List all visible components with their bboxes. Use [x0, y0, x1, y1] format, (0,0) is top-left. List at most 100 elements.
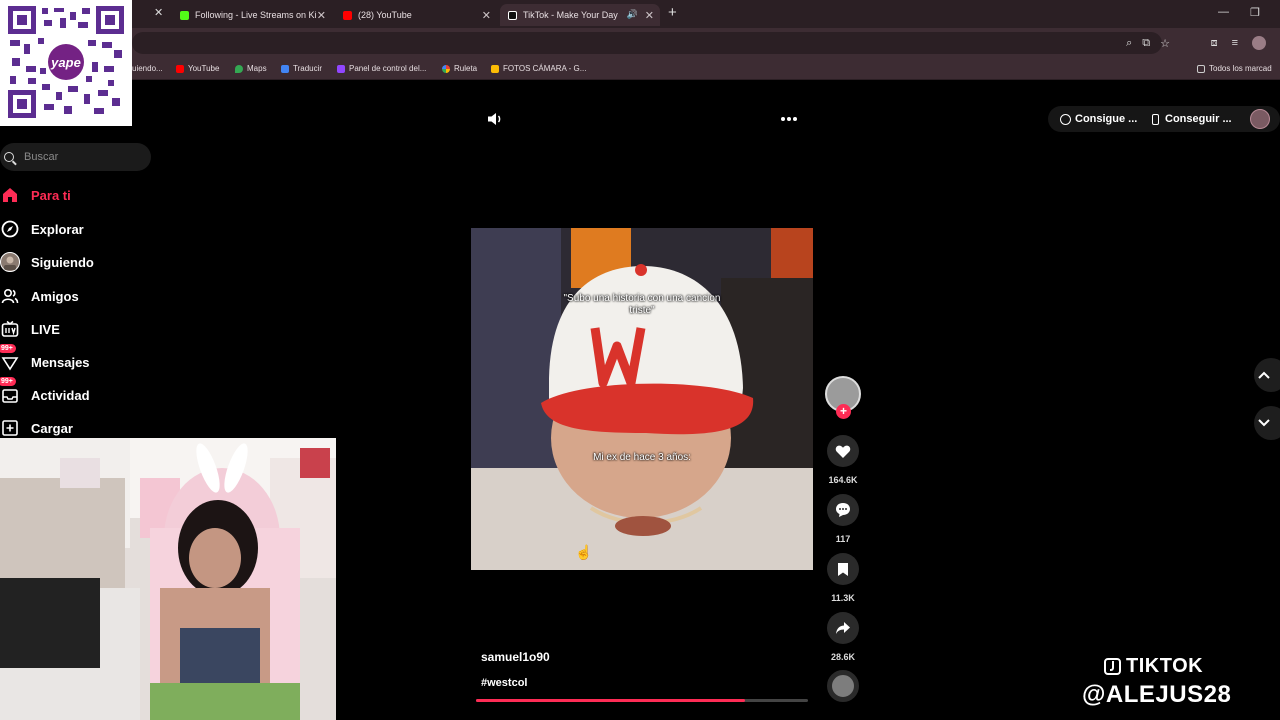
bookmarks-bar: uiendo... YouTube Maps Traducir Panel de… [0, 58, 1280, 80]
watermark-line1: TIKTOK [1126, 655, 1204, 677]
tab-close-icon[interactable]: ✕ [154, 6, 163, 19]
bookmark-photos[interactable]: FOTOS CÁMARA - G... [491, 64, 586, 73]
tiktok-logo-icon [1104, 658, 1121, 675]
zoom-icon[interactable]: ⌕ [1126, 37, 1132, 50]
cursor-hand-icon: ☝ [575, 544, 593, 560]
sidebar-item-label: Actividad [31, 387, 90, 403]
folder-icon [1197, 64, 1205, 73]
tab-kick[interactable]: Following - Live Streams on Ki ✕ [172, 4, 332, 26]
youtube-icon [343, 10, 352, 20]
messages-badge: 99+ [0, 344, 16, 353]
video-progress-bar[interactable] [476, 699, 808, 702]
comment-button[interactable] [827, 494, 859, 526]
video-player[interactable]: "Subo una historia con una cancion trist… [471, 228, 813, 570]
sidebar-item-for-you[interactable]: Para ti [0, 185, 71, 205]
save-count: 11.3K [831, 593, 855, 603]
bookmark-label: Ruleta [454, 64, 478, 73]
previous-video-button[interactable] [1254, 358, 1280, 392]
follow-plus-icon[interactable]: + [836, 404, 851, 419]
bookmark-translate[interactable]: Traducir [281, 64, 322, 73]
bookmark-maps[interactable]: Maps [235, 64, 267, 73]
more-options-icon[interactable] [780, 111, 798, 131]
restore-button[interactable]: ❐ [1250, 6, 1260, 19]
volume-icon[interactable] [486, 110, 504, 132]
tab-label: Following - Live Streams on Ki [195, 10, 317, 20]
extensions-icon[interactable]: ⧈ [1211, 37, 1218, 50]
bookmark-label: Todos los marcad [1209, 64, 1272, 73]
following-avatar-icon [0, 252, 20, 272]
kick-icon [180, 10, 189, 20]
video-progress-fill [476, 699, 745, 702]
qr-brand-label: yape [50, 55, 81, 70]
bookmark-label: Traducir [293, 64, 323, 73]
bookmark-star-icon[interactable]: ☆ [1160, 37, 1170, 50]
bookmark-all[interactable]: Todos los marcad [1197, 64, 1272, 73]
video-frame [471, 228, 813, 570]
like-count: 164.6K [828, 475, 858, 485]
tab-label: TikTok - Make Your Day [523, 10, 618, 20]
get-app-button[interactable]: Conseguir ... [1152, 113, 1232, 125]
upload-icon [0, 418, 20, 438]
chevron-up-icon [1258, 371, 1270, 379]
like-button[interactable] [827, 435, 859, 467]
search-icon [4, 152, 14, 162]
home-icon [0, 185, 20, 205]
sidebar-item-upload[interactable]: Cargar [0, 418, 73, 438]
sidebar-item-following[interactable]: Siguiendo [0, 252, 94, 272]
webcam-image [0, 438, 336, 720]
search-placeholder: Buscar [24, 151, 59, 163]
bookmark-item[interactable]: uiendo... [132, 64, 163, 73]
tab-youtube[interactable]: (28) YouTube ✕ [335, 4, 497, 26]
next-video-button[interactable] [1254, 406, 1280, 440]
omnibox-actions: ⌕ ⧉ ☆ [1126, 37, 1170, 50]
url-input[interactable] [132, 32, 1162, 54]
user-avatar[interactable] [1250, 109, 1270, 129]
yape-qr-code: yape [0, 0, 132, 126]
get-coins-button[interactable]: Consigue ... [1060, 113, 1137, 125]
qr-code-icon: yape [8, 6, 124, 118]
drive-icon [491, 64, 499, 73]
sidebar-item-friends[interactable]: Amigos [0, 286, 79, 306]
video-author[interactable]: samuel1o90 [481, 650, 550, 664]
new-tab-button[interactable]: + [668, 4, 677, 21]
bookmark-ruleta[interactable]: Ruleta [442, 64, 477, 73]
video-caption-bottom: Mi ex de hace 3 años: [593, 452, 691, 463]
address-bar: ⌕ ⧉ ☆ ⧈ ≡ [0, 28, 1280, 58]
bookmark-youtube[interactable]: YouTube [176, 64, 219, 73]
bookmark-dashboard[interactable]: Panel de control del... [337, 64, 426, 73]
save-button[interactable] [827, 553, 859, 585]
tab-label: (28) YouTube [358, 10, 412, 20]
toolbar-actions: ⧈ ≡ [1211, 36, 1266, 50]
audio-playing-icon[interactable]: 🔊 [627, 9, 638, 20]
install-icon[interactable]: ⧉ [1142, 37, 1150, 50]
sidebar-item-label: Mensajes [31, 354, 90, 370]
sidebar-item-activity[interactable]: 99+ Actividad [0, 377, 90, 405]
sound-disc-icon[interactable] [827, 670, 859, 702]
tab-tiktok[interactable]: TikTok - Make Your Day 🔊 ✕ [500, 4, 660, 26]
translate-icon [281, 64, 289, 73]
sidebar-item-label: Amigos [31, 288, 79, 304]
profile-avatar[interactable] [1252, 36, 1266, 50]
search-input[interactable]: Buscar [0, 143, 151, 171]
tab-close-icon[interactable]: ✕ [645, 9, 654, 22]
tab-close-icon[interactable]: ✕ [482, 9, 491, 22]
share-icon [836, 622, 850, 634]
media-control-icon[interactable]: ≡ [1232, 37, 1238, 49]
sidebar-item-label: Cargar [31, 420, 73, 436]
sidebar-item-label: Explorar [31, 221, 84, 237]
share-count: 28.6K [830, 652, 856, 662]
sidebar-item-messages[interactable]: 99+ Mensajes [0, 344, 90, 372]
get-coins-label: Consigue ... [1075, 113, 1138, 125]
video-hashtag[interactable]: #westcol [481, 677, 527, 689]
minimize-button[interactable]: — [1218, 6, 1229, 18]
tab-close-icon[interactable]: ✕ [317, 9, 326, 22]
inbox-icon: 99+ [0, 377, 20, 405]
friends-icon [0, 286, 20, 306]
bookmark-icon [838, 562, 848, 576]
sidebar-item-live[interactable]: LIVE [0, 319, 60, 339]
compass-icon [0, 219, 20, 239]
streamer-webcam [0, 438, 336, 720]
sidebar-item-explore[interactable]: Explorar [0, 219, 84, 239]
tiktok-watermark: TIKTOK [1104, 655, 1203, 678]
share-button[interactable] [827, 612, 859, 644]
